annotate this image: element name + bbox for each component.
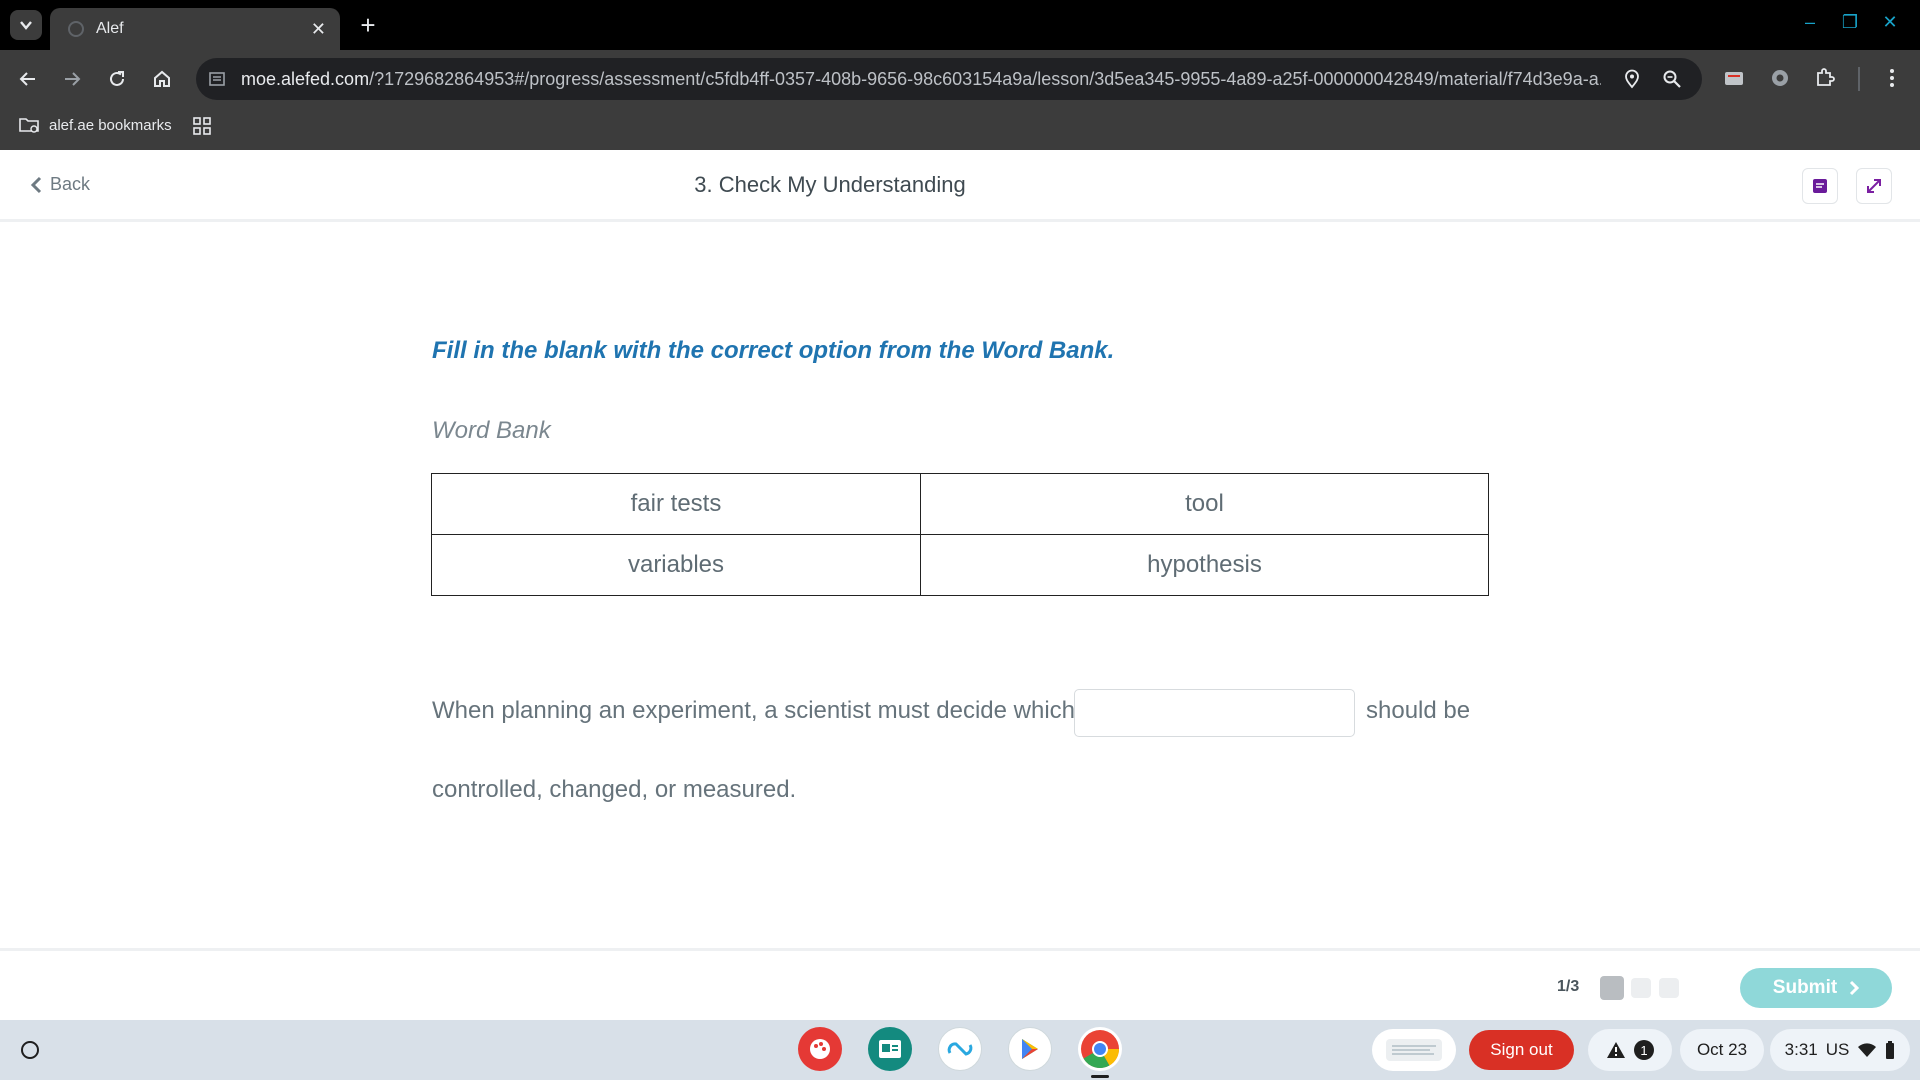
page-dot[interactable] <box>1631 978 1651 998</box>
chrome-icon[interactable] <box>1078 1027 1122 1071</box>
locale-label: US <box>1825 1040 1850 1059</box>
page-title: 3. Check My Understanding <box>694 172 966 197</box>
submit-button[interactable]: Submit <box>1740 968 1892 1008</box>
sentence-part-3: controlled, changed, or measured. <box>432 776 797 803</box>
zoom-icon[interactable] <box>1661 68 1683 90</box>
question-footer: 1/3 Submit <box>0 948 1920 1020</box>
table-row: fair tests tool <box>431 473 1489 535</box>
date-label: Oct 23 <box>1696 1040 1748 1059</box>
new-tab-button[interactable]: + <box>353 10 383 40</box>
notification-tray[interactable]: 1 <box>1588 1029 1672 1071</box>
word-bank-option: tool <box>920 473 1489 535</box>
page-dot[interactable] <box>1659 978 1679 998</box>
location-icon[interactable] <box>1621 68 1643 90</box>
sentence-part-2: should be <box>1366 697 1471 724</box>
immersive-reader-icon <box>1813 179 1827 193</box>
date-tray[interactable]: Oct 23 <box>1680 1029 1764 1071</box>
extension-icon-2[interactable] <box>1765 63 1795 93</box>
bookmark-folder[interactable]: alef.ae bookmarks <box>18 116 172 134</box>
battery-icon <box>1886 1041 1895 1059</box>
home-icon[interactable] <box>146 63 178 95</box>
os-shelf: Sign out 1 Oct 23 3:31 US <box>0 1020 1920 1080</box>
address-bar[interactable]: moe.alefed.com/?1729682864953#/progress/… <box>196 58 1702 100</box>
managed-folder-icon <box>19 118 39 133</box>
close-window-icon[interactable]: ✕ <box>1880 12 1900 33</box>
active-app-indicator <box>1091 1075 1109 1078</box>
tab-favicon-icon <box>68 21 84 37</box>
paint-app-icon[interactable] <box>798 1027 842 1071</box>
holding-space-thumbnail[interactable] <box>1372 1029 1456 1071</box>
minimize-icon[interactable]: – <box>1800 12 1820 33</box>
word-bank-option: variables <box>431 534 921 596</box>
back-arrow-icon[interactable] <box>12 63 44 95</box>
lesson-header: Back 3. Check My Understanding <box>0 150 1920 222</box>
sentence-part-1: When planning an experiment, a scientist… <box>432 697 1076 724</box>
browser-toolbar: moe.alefed.com/?1729682864953#/progress/… <box>0 50 1920 108</box>
word-bank-option: fair tests <box>431 473 921 535</box>
table-row: variables hypothesis <box>431 534 1489 596</box>
status-tray[interactable]: 3:31 US <box>1770 1029 1910 1071</box>
notification-count-badge: 1 <box>1634 1040 1654 1060</box>
page-dot-current[interactable] <box>1600 976 1624 1000</box>
menu-dots-icon[interactable] <box>1877 63 1907 93</box>
word-bank-table: fair tests tool variables hypothesis <box>431 473 1489 596</box>
url-text[interactable]: moe.alefed.com/?1729682864953#/progress/… <box>241 69 1601 90</box>
tab-list-icon[interactable] <box>10 10 42 40</box>
sync-app-icon[interactable] <box>938 1027 982 1071</box>
chevron-right-icon <box>1850 980 1860 996</box>
launcher-icon[interactable] <box>10 1030 50 1070</box>
question-instruction: Fill in the blank with the correct optio… <box>432 337 1115 364</box>
classroom-app-icon[interactable] <box>868 1027 912 1071</box>
toolbar-divider <box>1858 67 1860 91</box>
word-bank-label: Word Bank <box>432 417 551 444</box>
tab-close-icon[interactable]: ✕ <box>311 19 326 40</box>
extensions-puzzle-icon[interactable] <box>1810 63 1840 93</box>
time-label: 3:31 <box>1784 1040 1818 1059</box>
page-counter: 1/3 <box>1557 978 1580 995</box>
window-controls: – ❐ ✕ <box>1800 12 1900 33</box>
site-info-icon[interactable] <box>206 68 228 90</box>
tab-title: Alef <box>96 20 124 37</box>
forward-arrow-icon[interactable] <box>56 63 88 95</box>
sign-out-button[interactable]: Sign out <box>1469 1030 1574 1070</box>
wifi-icon <box>1858 1043 1877 1057</box>
blank-answer-input[interactable] <box>1074 689 1355 737</box>
expand-icon <box>1867 179 1881 193</box>
bookmark-folder-label: alef.ae bookmarks <box>49 116 172 134</box>
submit-label: Submit <box>1772 977 1838 998</box>
immersive-reader-button[interactable] <box>1802 168 1838 204</box>
reload-icon[interactable] <box>101 63 133 95</box>
restore-icon[interactable]: ❐ <box>1840 12 1860 33</box>
word-bank-option: hypothesis <box>920 534 1489 596</box>
apps-grid-icon[interactable] <box>192 116 212 141</box>
warning-icon <box>1607 1042 1625 1058</box>
extension-icon-1[interactable] <box>1719 63 1749 93</box>
expand-button[interactable] <box>1856 168 1892 204</box>
browser-tab-strip: Alef ✕ + – ❐ ✕ <box>0 0 1920 50</box>
bookmarks-bar: alef.ae bookmarks <box>0 108 1920 150</box>
play-store-icon[interactable] <box>1008 1027 1052 1071</box>
browser-tab[interactable]: Alef ✕ <box>50 8 340 50</box>
